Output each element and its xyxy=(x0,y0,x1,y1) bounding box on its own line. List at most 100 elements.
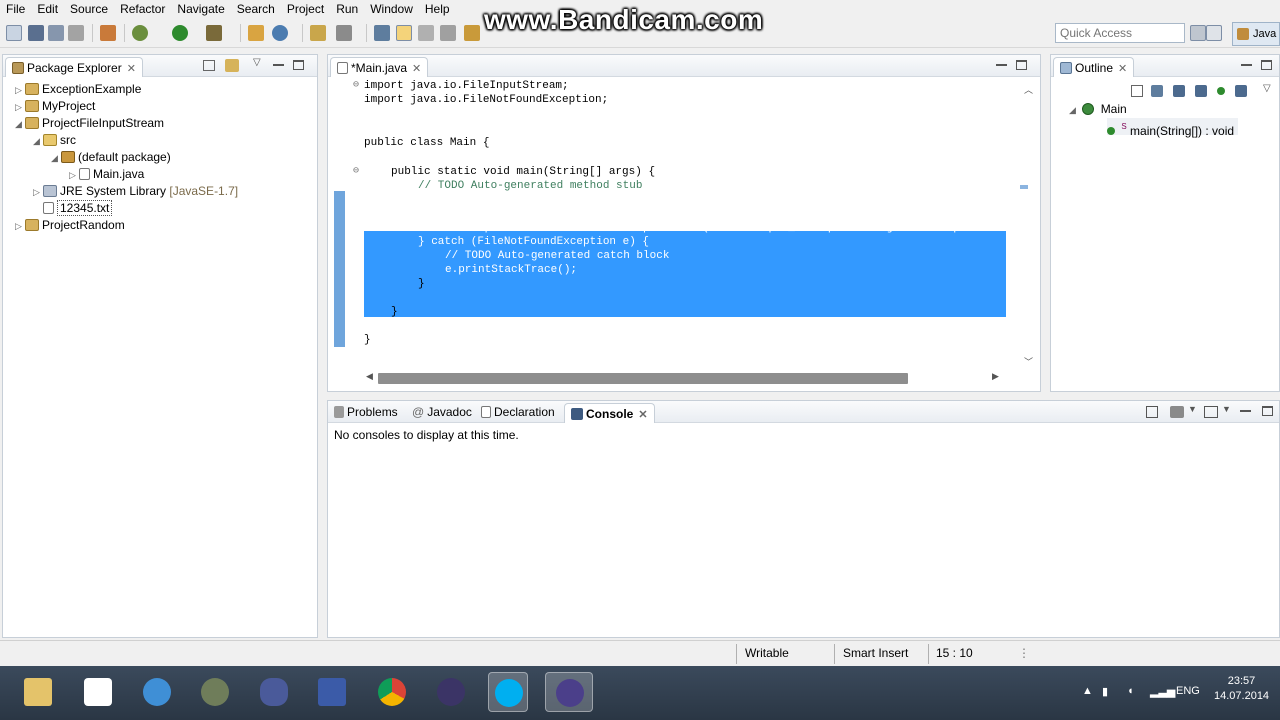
link-app-icon[interactable] xyxy=(254,672,294,712)
dropdown-arrow-icon[interactable]: ▼ xyxy=(1222,404,1231,414)
dropdown-arrow-icon[interactable]: ▼ xyxy=(1188,404,1197,414)
open-type-icon[interactable] xyxy=(310,25,326,41)
menu-help[interactable]: Help xyxy=(419,0,456,18)
view-menu-icon[interactable]: ▽ xyxy=(1263,83,1271,94)
debug-skip-icon[interactable] xyxy=(100,25,116,41)
amazon-icon[interactable] xyxy=(78,672,118,712)
save-icon[interactable] xyxy=(28,25,44,41)
hide-nonpublic-icon[interactable] xyxy=(1217,87,1225,95)
scroll-down-icon[interactable]: ﹀ xyxy=(1024,355,1033,368)
new-icon[interactable] xyxy=(6,25,22,41)
close-icon[interactable]: ✕ xyxy=(412,63,421,75)
tab-declaration[interactable]: Declaration xyxy=(481,405,555,419)
tab-package-explorer[interactable]: Package Explorer ✕ xyxy=(5,57,143,77)
tree-item-src[interactable]: ◢ src xyxy=(33,132,76,149)
next-annotation-icon[interactable] xyxy=(464,25,480,41)
show-whitespace-icon[interactable] xyxy=(440,25,456,41)
tree-item-myproject[interactable]: ▷ MyProject xyxy=(15,98,95,115)
eclipse-active-icon[interactable] xyxy=(545,672,593,712)
debug-icon[interactable] xyxy=(132,25,148,41)
annotation-icon[interactable] xyxy=(374,25,390,41)
close-icon[interactable]: ✕ xyxy=(638,409,647,421)
save-all-icon[interactable] xyxy=(48,25,64,41)
tree-item-default-package[interactable]: ◢ (default package) xyxy=(51,149,171,166)
scroll-right-icon[interactable]: ▶ xyxy=(992,371,999,382)
internet-explorer-icon[interactable] xyxy=(137,672,177,712)
scroll-left-icon[interactable]: ◀ xyxy=(366,371,373,382)
volume-icon[interactable]: ◖ xyxy=(1127,685,1134,697)
new-java-project-icon[interactable] xyxy=(248,25,264,41)
tree-item-jre-system-library[interactable]: ▷ JRE System Library [JavaSE-1.7] xyxy=(33,183,238,200)
maximize-icon[interactable] xyxy=(293,60,304,70)
skype-icon[interactable] xyxy=(488,672,528,712)
minimize-icon[interactable] xyxy=(1240,406,1251,412)
menu-refactor[interactable]: Refactor xyxy=(114,0,171,18)
link-with-editor-icon[interactable] xyxy=(225,59,239,72)
menu-navigate[interactable]: Navigate xyxy=(171,0,230,18)
menu-edit[interactable]: Edit xyxy=(31,0,64,18)
menu-project[interactable]: Project xyxy=(281,0,330,18)
open-console-icon[interactable] xyxy=(1204,406,1218,418)
quick-access-input[interactable] xyxy=(1055,23,1185,43)
menu-window[interactable]: Window xyxy=(364,0,419,18)
tab-main-java[interactable]: *Main.java ✕ xyxy=(330,57,429,77)
menu-source[interactable]: Source xyxy=(64,0,114,18)
print-icon[interactable] xyxy=(68,25,84,41)
tree-item-projectrandom[interactable]: ▷ ProjectRandom xyxy=(15,217,125,234)
network-icon[interactable] xyxy=(312,672,352,712)
expand-arrow-icon[interactable]: ▷ xyxy=(15,99,25,116)
open-perspective-icon[interactable] xyxy=(1206,25,1222,41)
vertical-scrollbar[interactable]: ︿ ﹀ xyxy=(1018,79,1040,369)
external-tools-icon[interactable] xyxy=(206,25,222,41)
language-indicator[interactable]: ENG xyxy=(1176,685,1200,697)
collapse-arrow-icon[interactable]: ◢ xyxy=(15,116,25,133)
collapse-arrow-icon[interactable]: ◢ xyxy=(33,133,43,150)
overview-marker[interactable] xyxy=(1020,185,1028,189)
outline-item-class-main[interactable]: ◢ Main xyxy=(1069,101,1127,118)
horizontal-scroll-thumb[interactable] xyxy=(378,373,908,384)
maximize-icon[interactable] xyxy=(1261,60,1272,70)
fold-icon[interactable]: ⊖ xyxy=(353,79,359,91)
code-editor[interactable]: ⊖ ⊖ import java.io.FileInputStream; impo… xyxy=(328,79,1016,369)
expand-arrow-icon[interactable]: ▷ xyxy=(15,82,25,99)
hide-fields-icon[interactable] xyxy=(1173,85,1185,97)
tray-app-icon[interactable]: ▮ xyxy=(1102,685,1108,698)
maximize-icon[interactable] xyxy=(1016,60,1027,70)
pin-console-icon[interactable] xyxy=(1146,406,1158,418)
expand-arrow-icon[interactable]: ▷ xyxy=(15,218,25,235)
tab-console[interactable]: Console ✕ xyxy=(564,403,655,423)
tab-javadoc[interactable]: @ Javadoc xyxy=(412,405,472,419)
menu-run[interactable]: Run xyxy=(330,0,364,18)
tab-outline[interactable]: Outline ✕ xyxy=(1053,57,1135,77)
toggle-mark-occurrences-icon[interactable] xyxy=(396,25,412,41)
collapse-all-icon[interactable] xyxy=(203,60,215,71)
close-icon[interactable]: ✕ xyxy=(1118,63,1127,75)
run-icon[interactable] xyxy=(172,25,188,41)
collapse-arrow-icon[interactable]: ◢ xyxy=(51,150,61,167)
minimize-icon[interactable] xyxy=(273,60,284,66)
display-console-icon[interactable] xyxy=(1170,406,1184,418)
menu-search[interactable]: Search xyxy=(231,0,281,18)
maximize-icon[interactable] xyxy=(1262,406,1273,416)
tree-item-12345-txt[interactable]: 12345.txt xyxy=(43,200,113,217)
menu-file[interactable]: File xyxy=(0,0,31,18)
tab-problems[interactable]: Problems xyxy=(334,405,398,419)
close-icon[interactable]: ✕ xyxy=(127,63,136,75)
java-perspective-button[interactable]: Java xyxy=(1232,22,1280,46)
hide-local-types-icon[interactable] xyxy=(1235,85,1247,97)
new-class-icon[interactable] xyxy=(272,25,288,41)
eclipse-icon[interactable] xyxy=(431,672,471,712)
outline-item-method-main[interactable]: S main(String[]) : void xyxy=(1107,118,1239,138)
horizontal-scrollbar[interactable]: ◀ ▶ xyxy=(364,369,1004,387)
collapse-all-icon[interactable] xyxy=(1131,85,1143,97)
system-clock[interactable]: 23:57 14.07.2014 xyxy=(1214,674,1269,704)
network-signal-icon[interactable]: ▂▃▅ xyxy=(1150,685,1175,698)
chrome-icon[interactable] xyxy=(372,672,412,712)
tray-expand-icon[interactable]: ▲ xyxy=(1082,685,1093,697)
fold-icon[interactable]: ⊖ xyxy=(353,165,359,177)
expand-arrow-icon[interactable]: ▷ xyxy=(33,184,43,201)
tree-item-projectfileinputstream[interactable]: ◢ ProjectFileInputStream xyxy=(15,115,164,132)
tree-item-exceptionexample[interactable]: ▷ ExceptionExample xyxy=(15,81,141,98)
sort-icon[interactable] xyxy=(1151,85,1163,97)
expand-arrow-icon[interactable]: ▷ xyxy=(69,167,79,184)
